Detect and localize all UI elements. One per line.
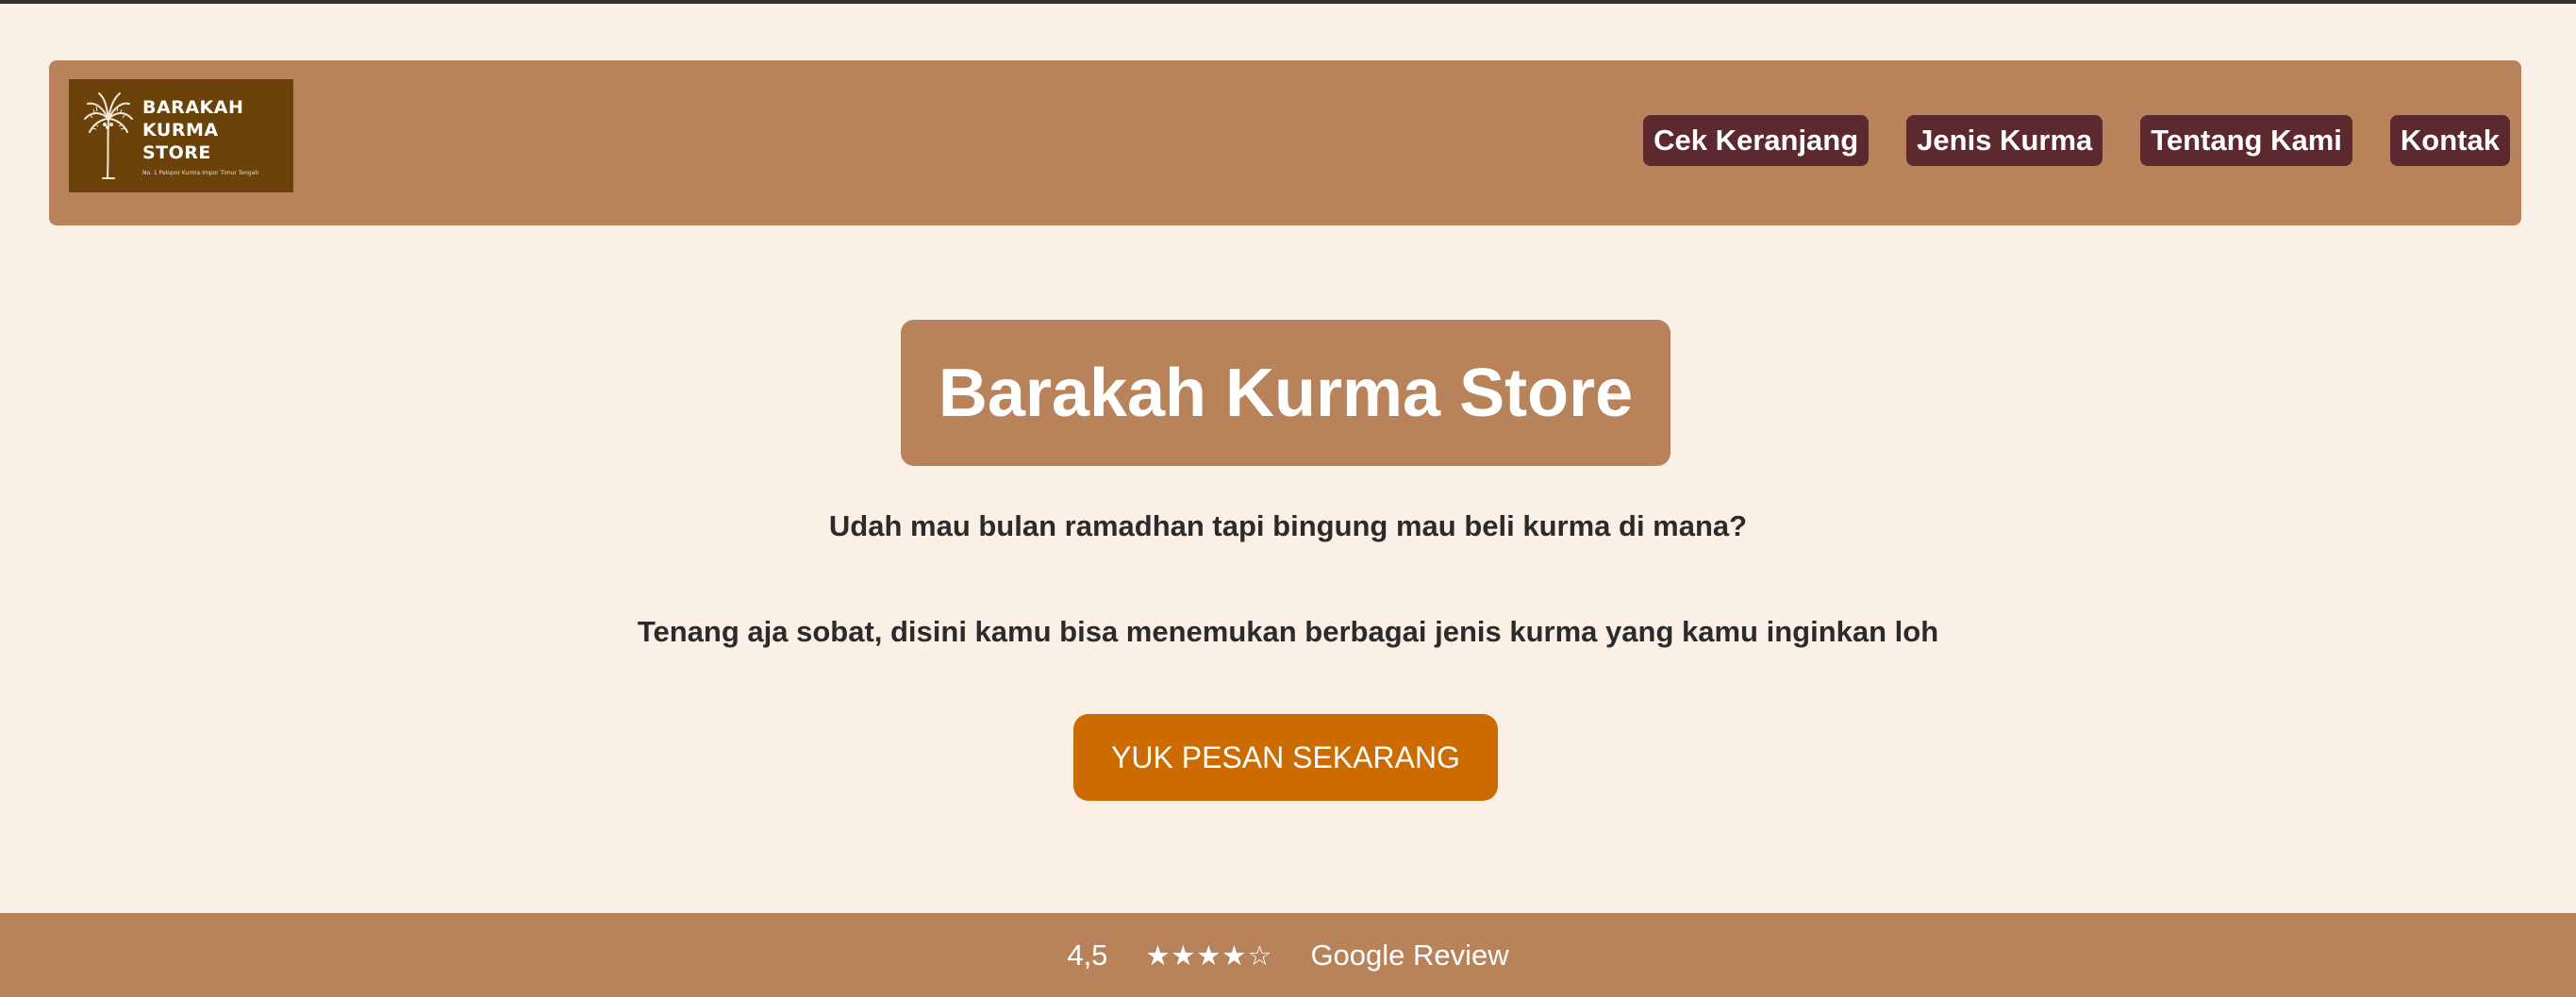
main-nav: Cek Keranjang Jenis Kurma Tentang Kami K…	[1643, 115, 2510, 166]
logo-title-line: STORE	[142, 142, 211, 163]
nav-cek-keranjang-button[interactable]: Cek Keranjang	[1643, 115, 1870, 166]
order-now-button[interactable]: YUK PESAN SEKARANG	[1073, 714, 1498, 801]
store-logo[interactable]: BARAKAH KURMA STORE No. 1 Pelopor Kurma …	[69, 79, 293, 192]
logo-title-line: KURMA	[142, 120, 219, 141]
logo-title: BARAKAH KURMA STORE	[142, 96, 243, 164]
palm-tree-icon	[84, 92, 133, 179]
nav-tentang-kami-button[interactable]: Tentang Kami	[2140, 115, 2352, 166]
star-rating-icon: ★★★★☆	[1145, 939, 1273, 972]
review-source-label: Google Review	[1310, 938, 1509, 972]
hero-title: Barakah Kurma Store	[901, 320, 1670, 466]
hero-question-text: Udah mau bulan ramadhan tapi bingung mau…	[828, 509, 1748, 542]
hero-description-text: Tenang aja sobat, disini kamu bisa menem…	[637, 615, 1939, 648]
rating-value: 4,5	[1067, 938, 1108, 972]
logo-tagline: No. 1 Pelopor Kurma Impor Timur Tengah	[142, 170, 259, 176]
rating-footer: 4,5 ★★★★☆ Google Review	[0, 913, 2576, 997]
nav-kontak-button[interactable]: Kontak	[2389, 115, 2510, 166]
nav-jenis-kurma-button[interactable]: Jenis Kurma	[1906, 115, 2103, 166]
window-top-border	[0, 0, 2576, 4]
site-header: BARAKAH KURMA STORE No. 1 Pelopor Kurma …	[49, 60, 2521, 225]
logo-title-line: BARAKAH	[142, 97, 244, 118]
